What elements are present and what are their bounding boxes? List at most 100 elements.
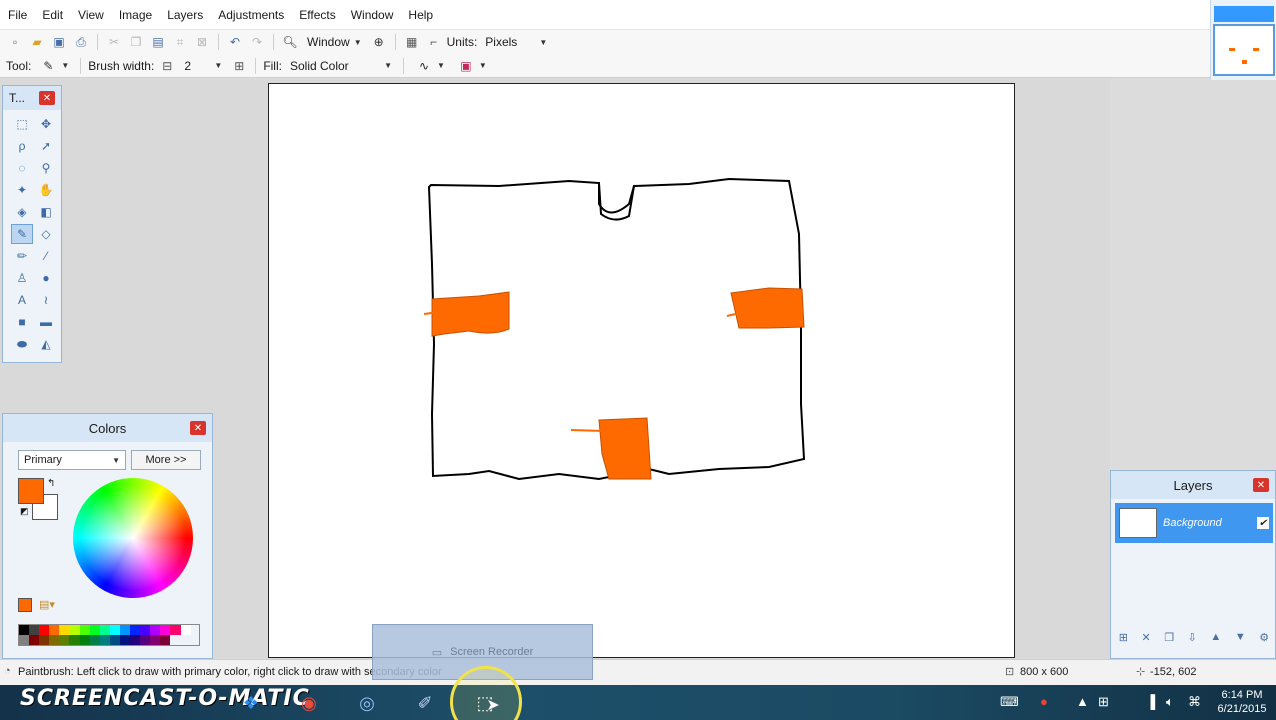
paint-bucket-icon[interactable]: ◈ xyxy=(11,202,33,222)
zoom-icon[interactable]: ⚲ xyxy=(35,158,57,178)
move-layer-up-icon[interactable]: ▲ xyxy=(1210,631,1221,651)
palette-color[interactable] xyxy=(69,625,80,635)
rounded-rectangle-icon[interactable]: ▬ xyxy=(35,312,57,332)
palette-color[interactable] xyxy=(170,625,181,635)
palette-color[interactable] xyxy=(150,625,161,635)
ruler-icon[interactable]: ⌐ xyxy=(425,33,443,51)
palette-color[interactable] xyxy=(119,625,131,635)
palette-color[interactable] xyxy=(130,625,141,635)
palette-color[interactable] xyxy=(39,625,50,635)
palette-color[interactable] xyxy=(29,625,40,635)
menu-effects[interactable]: Effects xyxy=(299,8,344,22)
image-tab-thumbnail[interactable] xyxy=(1213,24,1275,76)
cut-icon[interactable]: ✂ xyxy=(105,33,123,51)
palette-color[interactable] xyxy=(19,625,30,635)
increase-width-icon[interactable]: ⊞ xyxy=(230,57,248,75)
grid-icon[interactable]: ▦ xyxy=(403,33,421,51)
lasso-select-icon[interactable]: ρ xyxy=(11,136,33,156)
menu-help[interactable]: Help xyxy=(408,8,442,22)
palette-color[interactable] xyxy=(130,635,141,645)
paintbrush-icon[interactable]: ✎ xyxy=(11,224,33,244)
palette-color[interactable] xyxy=(29,635,40,645)
menu-layers[interactable]: Layers xyxy=(167,8,212,22)
paintnet-icon[interactable]: ✐ xyxy=(410,688,440,718)
network-icon[interactable]: ▐ xyxy=(1146,694,1155,709)
menu-file[interactable]: File xyxy=(8,8,36,22)
palette-color[interactable] xyxy=(79,625,90,635)
ellipse-icon[interactable]: ⬬ xyxy=(11,334,33,354)
palette-color[interactable] xyxy=(79,635,90,645)
volume-icon[interactable]: 🔈︎ xyxy=(1166,694,1174,710)
move-selection-icon[interactable]: ➚ xyxy=(35,136,57,156)
duplicate-layer-icon[interactable]: ❐ xyxy=(1164,631,1174,651)
menu-image[interactable]: Image xyxy=(119,8,161,22)
pencil-icon[interactable]: ✏ xyxy=(11,246,33,266)
palette-color[interactable] xyxy=(140,625,151,635)
close-icon[interactable]: ✕ xyxy=(1253,478,1269,492)
menu-window[interactable]: Window xyxy=(351,8,403,22)
palette-swatch-icon[interactable] xyxy=(18,598,32,612)
swap-colors-icon[interactable]: ↰ xyxy=(47,478,55,489)
palette-color[interactable] xyxy=(99,625,110,635)
palette-color[interactable] xyxy=(119,635,131,645)
recolor-icon[interactable]: ● xyxy=(35,268,57,288)
crop-icon[interactable]: ⌗ xyxy=(171,33,189,51)
browser-icon[interactable]: ◎ xyxy=(352,688,382,718)
undo-icon[interactable]: ↶ xyxy=(226,33,244,51)
palette-color[interactable] xyxy=(160,625,171,635)
antialias-dropdown[interactable]: ∿ ▼ xyxy=(411,57,449,75)
line-curve-icon[interactable]: ≀ xyxy=(35,290,57,310)
more-colors-button[interactable]: More >> xyxy=(131,450,201,470)
palette-color[interactable] xyxy=(59,635,70,645)
palette-color[interactable] xyxy=(89,625,100,635)
text-icon[interactable]: A xyxy=(11,290,33,310)
magic-wand-icon[interactable]: ✦ xyxy=(11,180,33,200)
chrome-icon[interactable]: ◉ xyxy=(294,688,324,718)
palette-color[interactable] xyxy=(140,635,151,645)
clone-stamp-icon[interactable]: ♙ xyxy=(11,268,33,288)
new-file-icon[interactable]: ▫ xyxy=(6,33,24,51)
decrease-width-icon[interactable]: ⊟ xyxy=(158,57,176,75)
pan-icon[interactable]: ✋ xyxy=(35,180,57,200)
blend-mode-dropdown[interactable]: ▣ ▼ xyxy=(453,57,491,75)
palette-color[interactable] xyxy=(180,625,191,635)
merge-layer-icon[interactable]: ⇩ xyxy=(1188,631,1197,651)
reset-colors-icon[interactable]: ◩ xyxy=(20,506,29,517)
brush-width-dropdown[interactable]: 2 ▼ xyxy=(180,59,226,73)
keyboard-icon[interactable]: ⌨ xyxy=(1000,694,1019,710)
palette-color[interactable] xyxy=(109,625,120,635)
palette-color[interactable] xyxy=(39,635,50,645)
zoom-in-icon[interactable]: ⊕ xyxy=(370,33,388,51)
menu-view[interactable]: View xyxy=(78,8,113,22)
palette-color[interactable] xyxy=(89,635,100,645)
palette-color[interactable] xyxy=(59,625,70,635)
move-selected-icon[interactable]: ✥ xyxy=(35,114,57,134)
alert-icon[interactable]: ● xyxy=(1040,694,1048,709)
rectangle-icon[interactable]: ■ xyxy=(11,312,33,332)
layer-visibility-checkbox[interactable]: ✔ xyxy=(1257,517,1269,529)
color-wheel[interactable] xyxy=(73,478,193,598)
save-icon[interactable]: ▣ xyxy=(50,33,68,51)
ellipse-select-icon[interactable]: ◌ xyxy=(11,158,33,178)
menu-edit[interactable]: Edit xyxy=(42,8,72,22)
language-icon[interactable]: ⌘ xyxy=(1188,694,1201,710)
drawing-canvas[interactable] xyxy=(268,83,1015,658)
menu-adjustments[interactable]: Adjustments xyxy=(218,8,293,22)
palette-color[interactable] xyxy=(19,635,30,645)
delete-layer-icon[interactable]: ✕ xyxy=(1142,631,1151,651)
eraser-icon[interactable]: ◇ xyxy=(35,224,57,244)
fill-dropdown[interactable]: Solid Color ▼ xyxy=(286,59,396,73)
clock[interactable]: 6:14 PM 6/21/2015 xyxy=(1212,688,1272,716)
layer-properties-icon[interactable]: ⚙ xyxy=(1259,631,1269,651)
palette-menu-icon[interactable]: ▤▾ xyxy=(39,598,55,611)
open-folder-icon[interactable]: ▰ xyxy=(28,33,46,51)
copy-icon[interactable]: ❐ xyxy=(127,33,145,51)
move-layer-down-icon[interactable]: ▼ xyxy=(1235,631,1246,651)
redo-icon[interactable]: ↷ xyxy=(248,33,266,51)
units-dropdown[interactable]: Pixels ▼ xyxy=(481,35,551,49)
image-tab-header[interactable] xyxy=(1214,6,1274,22)
deselect-icon[interactable]: ⊠ xyxy=(193,33,211,51)
color-picker-icon[interactable]: ⁄ xyxy=(35,246,57,266)
add-layer-icon[interactable]: ⊞ xyxy=(1119,631,1128,651)
close-icon[interactable]: ✕ xyxy=(190,421,206,435)
